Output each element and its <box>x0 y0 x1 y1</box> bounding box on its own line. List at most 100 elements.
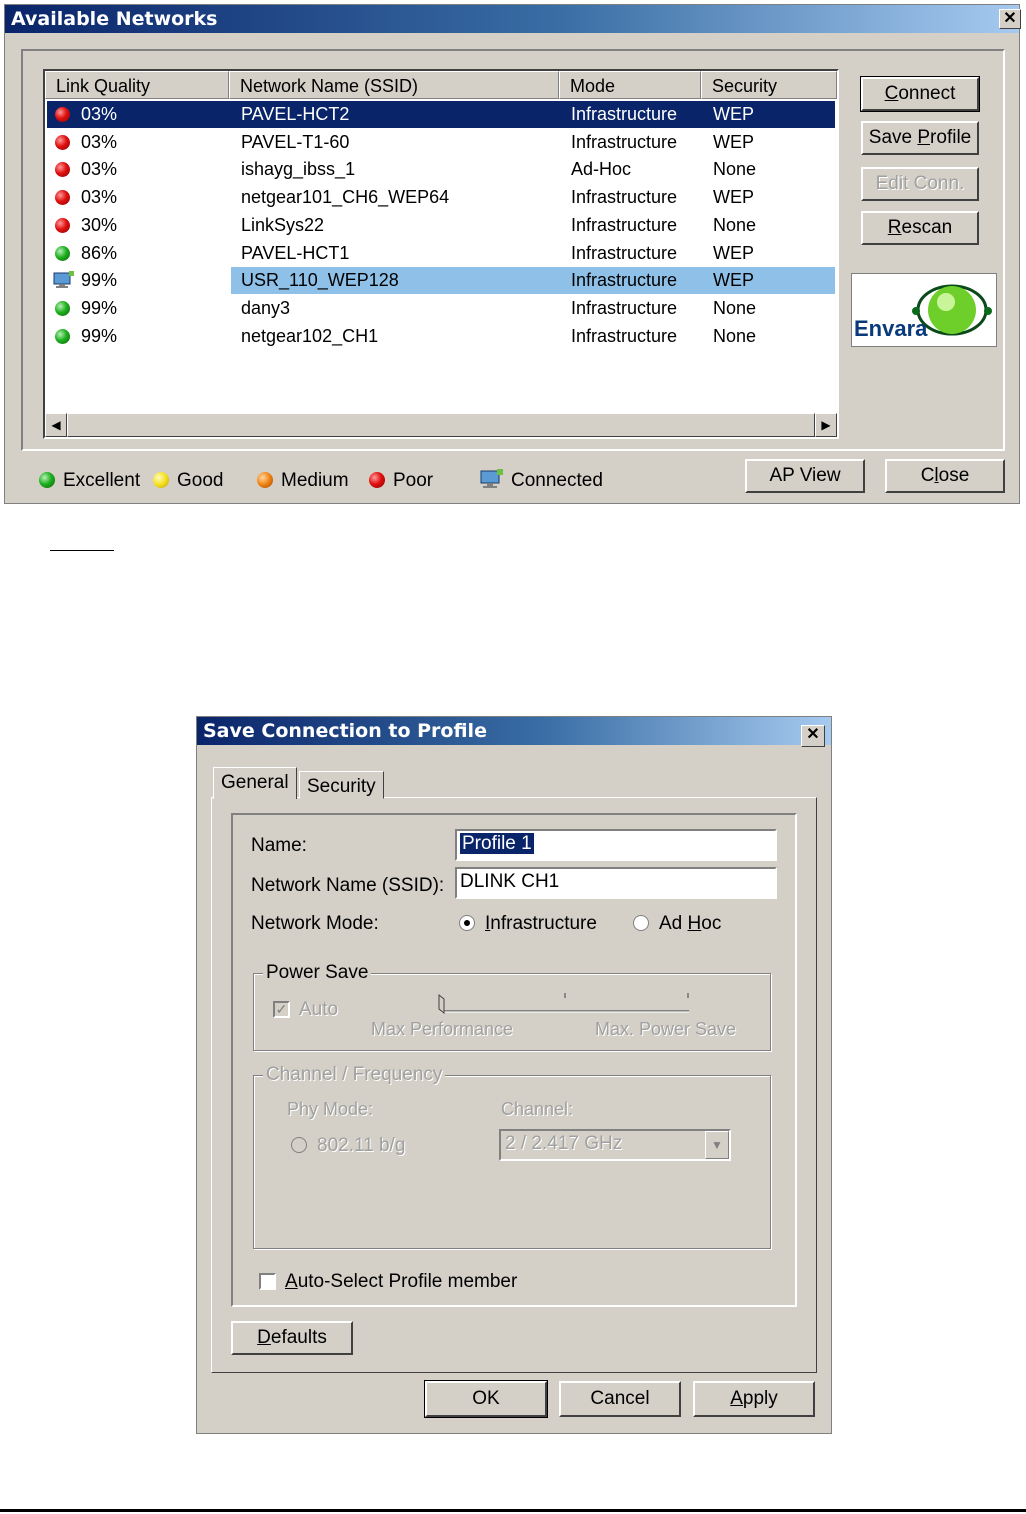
network-row[interactable]: 03% PAVEL-T1-60 Infrastructure WEP <box>47 129 835 156</box>
security-cell: WEP <box>713 104 755 124</box>
power-save-slider[interactable] <box>435 989 695 1017</box>
infrastructure-label[interactable]: Infrastructure <box>485 913 597 935</box>
link-quality-cell: 86% <box>81 242 118 263</box>
network-row[interactable]: 99% netgear102_CH1 Infrastructure None <box>47 323 835 350</box>
scroll-thumb[interactable] <box>67 413 815 437</box>
channel-value: 2 / 2.417 GHz <box>505 1133 623 1154</box>
ssid-cell: ishayg_ibss_1 <box>241 159 356 180</box>
chevron-down-icon[interactable]: ▼ <box>705 1131 729 1159</box>
apply-button[interactable]: Apply <box>693 1381 815 1417</box>
channel-label: Channel: <box>501 1099 574 1119</box>
excellent-dot-icon <box>55 328 70 344</box>
network-row[interactable]: 03% PAVEL-HCT2 Infrastructure WEP <box>47 101 835 128</box>
auto-checkbox[interactable]: ✓ <box>273 1001 290 1018</box>
network-mode-label: Network Mode: <box>251 913 379 934</box>
channel-select[interactable]: 2 / 2.417 GHz ▼ <box>499 1129 731 1161</box>
good-dot-icon <box>153 472 169 488</box>
save-connection-dialog: Save Connection to Profile ✕ General Sec… <box>196 716 832 1434</box>
security-cell: None <box>713 325 757 346</box>
available-networks-window: Available Networks ✕ Link Quality Networ… <box>4 4 1021 504</box>
legend-poor: Poor <box>369 469 433 493</box>
column-header-mode[interactable]: Mode <box>559 71 701 99</box>
divider <box>50 550 114 551</box>
mode-cell: Infrastructure <box>571 187 678 208</box>
auto-select-checkbox[interactable] <box>259 1273 276 1290</box>
ssid-cell: USR_110_WEP128 <box>241 270 399 291</box>
excellent-dot-icon <box>55 300 70 316</box>
security-cell: WEP <box>713 242 755 263</box>
link-quality-cell: 30% <box>81 214 118 235</box>
scroll-right-icon[interactable]: ▶ <box>815 413 837 437</box>
poor-dot-icon <box>55 107 70 122</box>
scroll-left-icon[interactable]: ◀ <box>45 413 67 437</box>
channel-frequency-label: Channel / Frequency <box>263 1064 446 1086</box>
ssid-cell: PAVEL-HCT2 <box>241 104 350 124</box>
link-quality-cell: 03% <box>81 187 118 208</box>
ssid-cell: netgear102_CH1 <box>241 325 379 346</box>
legend-connected: Connected <box>479 469 603 493</box>
save-profile-button[interactable]: Save Profile <box>861 121 979 155</box>
column-header-ssid[interactable]: Network Name (SSID) <box>229 71 559 99</box>
auto-select-label[interactable]: Auto-Select Profile member <box>285 1271 517 1293</box>
ap-view-button[interactable]: AP View <box>745 459 865 493</box>
connected-monitor-icon <box>53 271 74 289</box>
network-row[interactable]: 99% dany3 Infrastructure None <box>47 295 835 322</box>
network-row[interactable]: 03% ishayg_ibss_1 Ad-Hoc None <box>47 156 835 183</box>
ok-button[interactable]: OK <box>424 1380 548 1418</box>
security-cell: WEP <box>713 187 755 208</box>
link-quality-cell: 99% <box>81 325 118 346</box>
defaults-button[interactable]: Defaults <box>231 1321 353 1355</box>
poor-dot-icon <box>55 217 70 233</box>
network-row[interactable]: 03% netgear101_CH6_WEP64 Infrastructure WEP <box>47 184 835 211</box>
ad-hoc-label[interactable]: Ad Hoc <box>659 913 721 935</box>
ssid-cell: netgear101_CH6_WEP64 <box>241 187 450 208</box>
ssid-label: Network Name (SSID): <box>251 875 445 896</box>
name-input[interactable]: Profile 1 <box>455 829 777 861</box>
security-cell: WEP <box>713 131 755 152</box>
infrastructure-radio[interactable] <box>459 915 475 931</box>
network-row[interactable]: 86% PAVEL-HCT1 Infrastructure WEP <box>47 240 835 267</box>
max-performance-label: Max Performance <box>371 1019 514 1039</box>
tab-general[interactable]: General <box>213 767 297 799</box>
connect-button[interactable]: Connect <box>860 76 980 112</box>
max-power-save-label: Max. Power Save <box>595 1019 737 1039</box>
rescan-button[interactable]: Rescan <box>861 211 979 245</box>
cancel-button[interactable]: Cancel <box>559 1381 681 1417</box>
save-connection-title: Save Connection to Profile <box>197 717 831 745</box>
security-cell: None <box>713 214 757 235</box>
network-row[interactable]: 99% USR_110_WEP128 Infrastructure WEP <box>47 267 835 295</box>
close-icon[interactable]: ✕ <box>801 725 825 747</box>
column-header-security[interactable]: Security <box>701 71 837 99</box>
poor-dot-icon <box>55 162 70 178</box>
column-header-link-quality[interactable]: Link Quality <box>45 71 229 99</box>
name-label: Name: <box>251 835 307 856</box>
mode-cell: Infrastructure <box>571 214 678 235</box>
tab-security[interactable]: Security <box>299 771 384 799</box>
envara-logo: Envara <box>851 273 997 347</box>
ssid-input[interactable]: DLINK CH1 <box>455 867 777 899</box>
poor-dot-icon <box>369 472 385 488</box>
close-button[interactable]: Close <box>885 459 1005 493</box>
mode-cell: Infrastructure <box>571 131 678 152</box>
logo-text: Envara <box>854 316 928 341</box>
phy-mode-value: 802.11 b/g <box>317 1135 406 1156</box>
link-quality-cell: 99% <box>81 297 118 318</box>
phy-mode-radio[interactable] <box>291 1137 307 1153</box>
close-icon[interactable]: ✕ <box>999 9 1021 29</box>
page-bottom-rule <box>0 1509 1026 1512</box>
power-save-label: Power Save <box>263 962 372 984</box>
security-cell: None <box>713 159 757 180</box>
networks-list[interactable]: Link Quality Network Name (SSID) Mode Se… <box>43 69 839 439</box>
network-row[interactable]: 30% LinkSys22 Infrastructure None <box>47 212 835 239</box>
medium-dot-icon <box>257 472 273 488</box>
link-quality-cell: 99% <box>81 270 118 291</box>
excellent-dot-icon <box>55 245 70 261</box>
edit-conn-button[interactable]: Edit Conn. <box>861 167 979 201</box>
auto-label: Auto <box>299 999 339 1020</box>
mode-cell: Infrastructure <box>571 104 678 124</box>
horizontal-scrollbar[interactable]: ◀ ▶ <box>45 413 837 437</box>
ad-hoc-radio[interactable] <box>633 915 649 931</box>
legend-excellent: Excellent <box>39 469 140 493</box>
mode-cell: Infrastructure <box>571 297 678 318</box>
ssid-cell: LinkSys22 <box>241 214 325 235</box>
